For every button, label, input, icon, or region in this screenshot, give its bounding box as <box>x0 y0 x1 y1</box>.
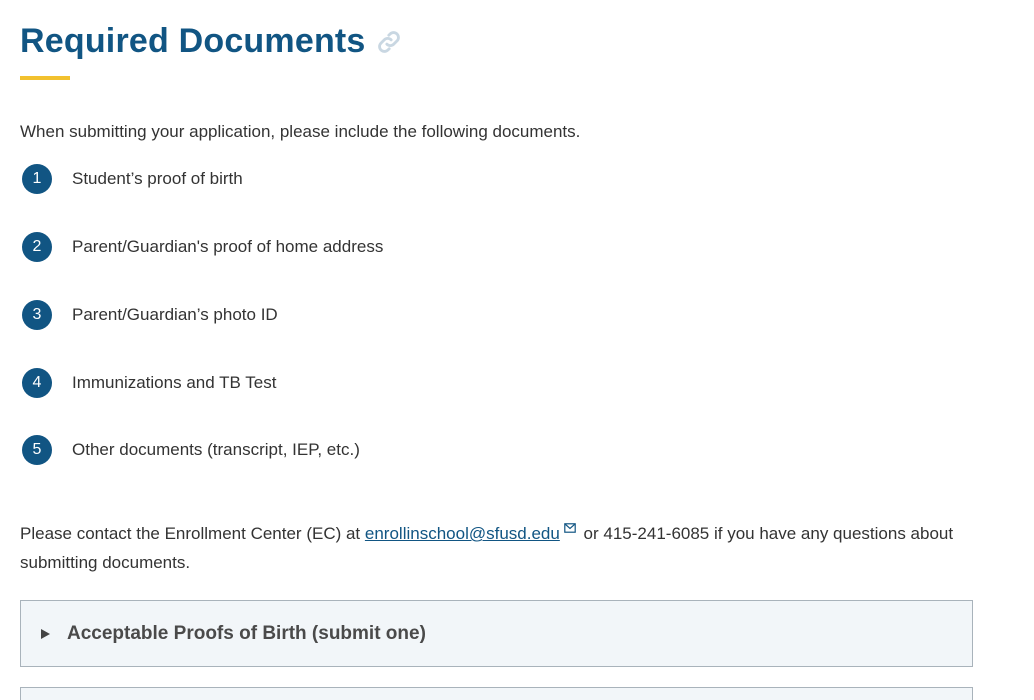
document-label: Student’s proof of birth <box>72 169 243 188</box>
triangle-right-icon <box>41 628 50 639</box>
page: Required Documents When submitting your … <box>0 0 1034 700</box>
document-list: 1 Student’s proof of birth 2 Parent/Guar… <box>22 164 383 465</box>
accordion-next[interactable] <box>20 687 973 700</box>
number-badge: 1 <box>22 164 52 194</box>
document-label: Parent/Guardian's proof of home address <box>72 237 384 256</box>
mail-icon <box>564 513 576 533</box>
title-row: Required Documents <box>20 22 402 61</box>
link-icon[interactable] <box>376 29 402 55</box>
list-item: 1 Student’s proof of birth <box>22 164 383 194</box>
list-item: 5 Other documents (transcript, IEP, etc.… <box>22 435 383 465</box>
list-item: 4 Immunizations and TB Test <box>22 368 383 398</box>
number-badge: 4 <box>22 368 52 398</box>
document-label: Immunizations and TB Test <box>72 373 277 392</box>
number-badge: 3 <box>22 300 52 330</box>
accordion-title: Acceptable Proofs of Birth (submit one) <box>67 622 426 644</box>
accordion-header[interactable]: Acceptable Proofs of Birth (submit one) <box>21 601 972 666</box>
document-label: Other documents (transcript, IEP, etc.) <box>72 440 360 459</box>
email-link[interactable]: enrollinschool@sfusd.edu <box>365 524 560 543</box>
list-item: 2 Parent/Guardian's proof of home addres… <box>22 232 383 262</box>
list-item: 3 Parent/Guardian’s photo ID <box>22 300 383 330</box>
title-underline <box>20 76 70 80</box>
accordion-proofs-of-birth[interactable]: Acceptable Proofs of Birth (submit one) <box>20 600 973 667</box>
page-title: Required Documents <box>20 22 366 60</box>
document-label: Parent/Guardian’s photo ID <box>72 305 278 324</box>
intro-text: When submitting your application, please… <box>20 122 581 141</box>
number-badge: 2 <box>22 232 52 262</box>
contact-text: Please contact the Enrollment Center (EC… <box>20 513 960 577</box>
contact-prefix: Please contact the Enrollment Center (EC… <box>20 524 365 543</box>
number-badge: 5 <box>22 435 52 465</box>
